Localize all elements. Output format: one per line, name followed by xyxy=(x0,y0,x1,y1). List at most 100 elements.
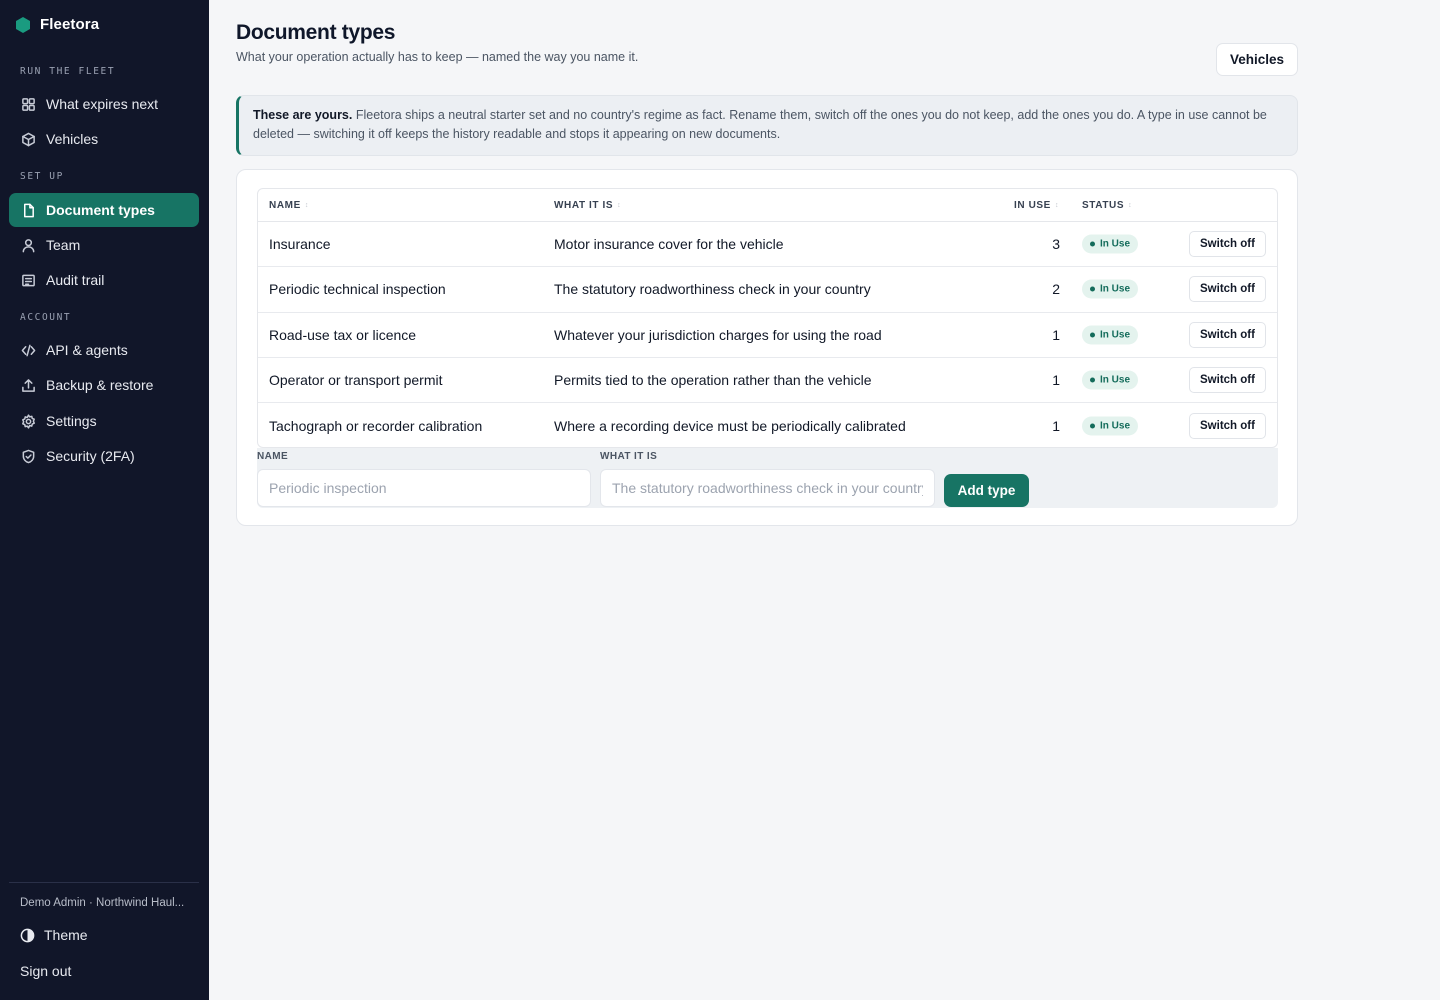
dashboard-icon xyxy=(20,96,36,112)
switch-off-button[interactable]: Switch off xyxy=(1189,367,1266,394)
status-badge: In Use xyxy=(1082,279,1139,299)
add-type-button[interactable]: Add type xyxy=(944,474,1029,507)
sidebar-item-label: Audit trail xyxy=(46,272,105,288)
status-dot xyxy=(1090,241,1095,247)
status-dot xyxy=(1090,286,1095,292)
sidebar: Fleetora RUN THE FLEET What expires next… xyxy=(0,0,209,1000)
sort-icon: ↕ xyxy=(617,202,622,209)
sidebar-item-label: Security (2FA) xyxy=(46,448,135,464)
sort-icon: ↕ xyxy=(304,202,309,209)
shield-icon xyxy=(20,448,36,464)
sidebar-item-security[interactable]: Security (2FA) xyxy=(9,439,199,473)
sidebar-item-team[interactable]: Team xyxy=(9,228,199,262)
section-label-setup: SET UP xyxy=(20,171,64,182)
status-dot xyxy=(1090,332,1095,338)
sign-out-link[interactable]: Sign out xyxy=(20,963,71,979)
gear-icon xyxy=(20,413,36,429)
row-description: Motor insurance cover for the vehicle xyxy=(554,236,784,253)
row-in-use-count: 3 xyxy=(1052,236,1060,253)
status-label: In Use xyxy=(1100,283,1131,295)
column-header-label: IN USE xyxy=(1014,200,1051,211)
code-icon xyxy=(20,342,36,358)
row-in-use-count: 1 xyxy=(1052,326,1060,343)
add-type-form: NAME WHAT IT IS Add type xyxy=(257,448,1278,508)
sidebar-item-api-agents[interactable]: API & agents xyxy=(9,333,199,367)
row-in-use-count: 1 xyxy=(1052,417,1060,434)
switch-off-button[interactable]: Switch off xyxy=(1189,321,1266,348)
row-description: Whatever your jurisdiction charges for u… xyxy=(554,326,882,343)
column-header-status[interactable]: STATUS ↕ xyxy=(1082,200,1132,211)
sidebar-divider xyxy=(9,882,199,883)
table-row: Tachograph or recorder calibration Where… xyxy=(258,403,1277,447)
upload-icon xyxy=(20,377,36,393)
switch-off-button[interactable]: Switch off xyxy=(1189,276,1266,303)
document-types-table: NAME ↕ WHAT IT IS ↕ IN USE ↕ STATUS ↕ Insura… xyxy=(257,188,1278,448)
sidebar-item-what-expires-next[interactable]: What expires next xyxy=(9,87,199,121)
status-badge: In Use xyxy=(1082,234,1139,254)
sidebar-item-label: Document types xyxy=(46,202,155,218)
app-name: Fleetora xyxy=(40,16,100,33)
sidebar-item-label: Team xyxy=(46,237,81,253)
row-name: Periodic technical inspection xyxy=(269,281,446,298)
theme-icon xyxy=(20,928,35,942)
sort-icon: ↕ xyxy=(1128,202,1133,209)
column-header-name[interactable]: NAME ↕ xyxy=(269,200,309,211)
sort-icon: ↕ xyxy=(1054,202,1060,209)
table-header: NAME ↕ WHAT IT IS ↕ IN USE ↕ STATUS ↕ xyxy=(258,189,1277,222)
table-row: Road-use tax or licence Whatever your ju… xyxy=(258,313,1277,358)
sidebar-item-label: Settings xyxy=(46,413,97,429)
column-header-what[interactable]: WHAT IT IS ↕ xyxy=(554,200,621,211)
row-name: Road-use tax or licence xyxy=(269,326,417,343)
sidebar-item-label: Backup & restore xyxy=(46,377,154,393)
box-icon xyxy=(20,131,36,147)
row-name: Tachograph or recorder calibration xyxy=(269,417,483,434)
column-header-in-use[interactable]: IN USE ↕ xyxy=(1014,200,1059,211)
name-input[interactable] xyxy=(257,469,591,507)
section-label-account: ACCOUNT xyxy=(20,312,72,323)
page-subtitle: What your operation actually has to keep… xyxy=(236,50,639,64)
info-notice: These are yours. Fleetora ships a neutra… xyxy=(236,95,1298,156)
row-description: Where a recording device must be periodi… xyxy=(554,417,906,434)
sidebar-item-label: Vehicles xyxy=(46,131,99,147)
status-dot xyxy=(1090,423,1095,429)
row-in-use-count: 2 xyxy=(1052,281,1060,298)
name-label: NAME xyxy=(257,451,289,462)
description-input[interactable] xyxy=(600,469,935,507)
what-label: WHAT IT IS xyxy=(600,451,658,462)
status-badge: In Use xyxy=(1082,325,1139,345)
sidebar-item-audit-trail[interactable]: Audit trail xyxy=(9,263,199,297)
theme-toggle[interactable]: Theme xyxy=(20,927,88,943)
column-header-label: NAME xyxy=(269,200,301,211)
sidebar-item-label: What expires next xyxy=(46,96,159,112)
notice-bold: These are yours. xyxy=(253,108,353,122)
logo-icon xyxy=(16,16,30,33)
row-description: The statutory roadworthiness check in yo… xyxy=(554,281,871,298)
vehicles-button[interactable]: Vehicles xyxy=(1216,43,1298,76)
sidebar-item-label: API & agents xyxy=(46,342,128,358)
brand[interactable]: Fleetora xyxy=(16,16,99,33)
user-icon xyxy=(20,237,36,253)
document-icon xyxy=(20,202,36,218)
column-header-label: STATUS xyxy=(1082,200,1125,211)
sidebar-item-vehicles[interactable]: Vehicles xyxy=(9,122,199,156)
status-dot xyxy=(1090,377,1095,383)
notice-text: Fleetora ships a neutral starter set and… xyxy=(253,108,1267,141)
list-icon xyxy=(20,272,36,288)
table-row: Insurance Motor insurance cover for the … xyxy=(258,222,1277,268)
sidebar-item-document-types[interactable]: Document types xyxy=(9,193,199,227)
table-row: Periodic technical inspection The statut… xyxy=(258,267,1277,313)
switch-off-button[interactable]: Switch off xyxy=(1189,231,1266,258)
row-in-use-count: 1 xyxy=(1052,372,1060,389)
row-name: Operator or transport permit xyxy=(269,372,443,389)
sidebar-item-settings[interactable]: Settings xyxy=(9,404,199,438)
current-user: Demo Admin · Northwind Haul... xyxy=(20,897,185,909)
status-badge: In Use xyxy=(1082,370,1139,390)
page-title: Document types xyxy=(236,21,396,44)
theme-label: Theme xyxy=(44,927,88,943)
status-badge: In Use xyxy=(1082,416,1139,436)
status-label: In Use xyxy=(1100,329,1131,341)
status-label: In Use xyxy=(1100,374,1131,386)
document-types-card: NAME ↕ WHAT IT IS ↕ IN USE ↕ STATUS ↕ Insura… xyxy=(236,169,1298,526)
sidebar-item-backup-restore[interactable]: Backup & restore xyxy=(9,368,199,402)
switch-off-button[interactable]: Switch off xyxy=(1189,412,1266,439)
